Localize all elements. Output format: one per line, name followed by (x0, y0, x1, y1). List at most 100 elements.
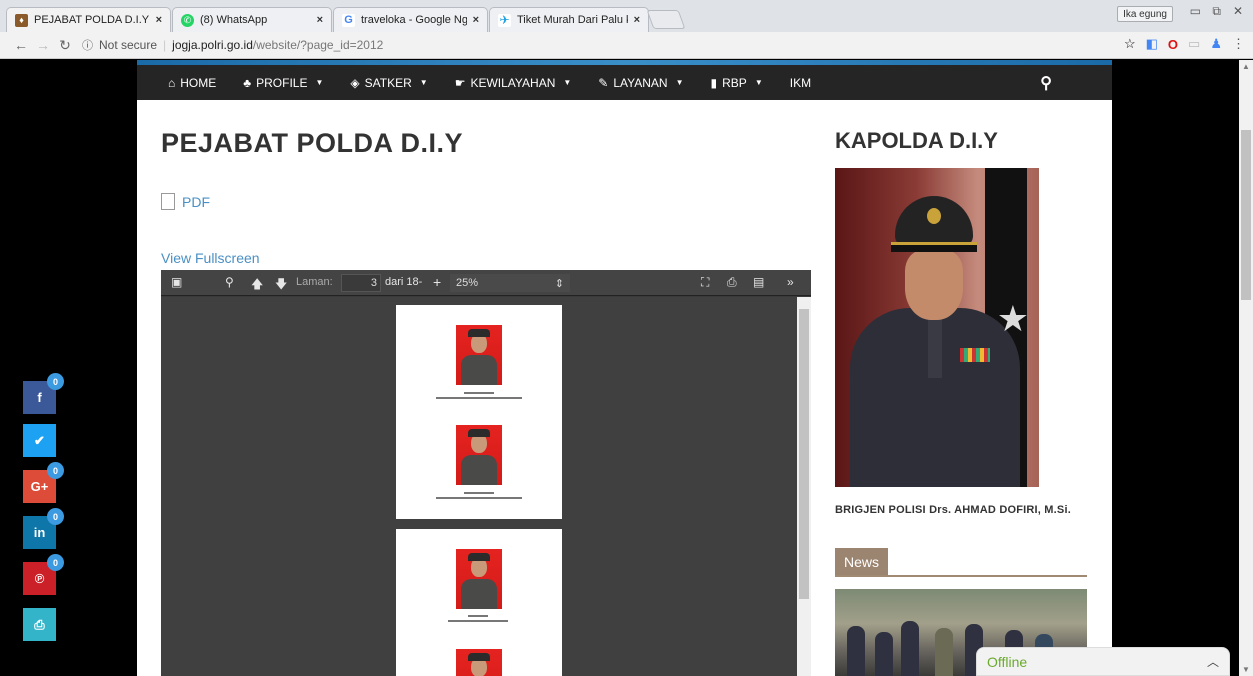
tab-close-icon[interactable]: × (634, 14, 640, 26)
photo-caption (464, 392, 494, 394)
minimize-icon[interactable]: ▭ (1190, 4, 1201, 18)
pdf-canvas[interactable] (161, 297, 797, 676)
chat-status: Offline (987, 653, 1028, 670)
home-icon: ⌂ (168, 75, 176, 90)
address-bar[interactable]: ⓘ Not secure | jogja.polri.go.id/website… (82, 37, 383, 53)
whatsapp-favicon-icon: ✆ (181, 13, 194, 27)
url-path: /website/?page_id=2012 (252, 38, 384, 52)
chat-widget[interactable]: Offline ︿ (976, 647, 1230, 676)
nav-layanan[interactable]: ✎ LAYANAN ▼ (598, 76, 683, 90)
caret-down-icon: ▼ (315, 78, 324, 87)
share-count: 0 (47, 373, 64, 390)
pdf-toolbar: ▣ ⚲ 🡅 🡇 Laman: dari 18- + 25% ⇕ ⛶ ⎙ ▤ » (161, 270, 811, 296)
nav-rbp[interactable]: ▮ RBP ▼ (711, 76, 763, 90)
tab-close-icon[interactable]: × (156, 14, 162, 26)
pdf-scrollbar[interactable] (797, 297, 811, 676)
news-header: News (835, 548, 1087, 577)
security-label: Not secure (99, 38, 158, 52)
next-page-icon[interactable]: 🡇 (275, 275, 287, 296)
share-pinterest-button[interactable]: ℗ 0 (23, 554, 64, 595)
select-arrows-icon: ⇕ (554, 277, 564, 290)
nav-profile[interactable]: ♣ PROFILE ▼ (243, 76, 323, 90)
reload-icon[interactable]: ↻ (54, 37, 76, 54)
nav-kewilayahan[interactable]: ☛ KEWILAYAHAN ▼ (455, 76, 572, 90)
facebook-icon: f (37, 390, 42, 405)
previous-page-icon[interactable]: 🡅 (251, 275, 263, 296)
tab-tiket-murah[interactable]: ✈ Tiket Murah Dari Palu ke × (489, 7, 649, 32)
caret-down-icon: ▼ (563, 78, 572, 87)
tab-whatsapp[interactable]: ✆ (8) WhatsApp × (172, 7, 332, 32)
browser-toolbar: ← → ↻ ⓘ Not secure | jogja.polri.go.id/w… (0, 32, 1253, 59)
print-icon[interactable]: ⎙ (727, 275, 737, 290)
officer-photo (456, 649, 502, 676)
nav-ikm[interactable]: IKM (790, 76, 811, 90)
tab-close-icon[interactable]: × (317, 14, 323, 26)
separator: | (163, 38, 167, 52)
star-emblem-icon: ★ (996, 298, 1029, 339)
restore-icon[interactable]: ⧉ (1212, 4, 1221, 19)
share-facebook-button[interactable]: f0 (23, 373, 64, 414)
officer-photo (456, 325, 502, 385)
traveloka-favicon-icon: ✈ (498, 13, 511, 27)
officer-photo (456, 425, 502, 485)
kapolda-portrait: ★ (835, 168, 1039, 487)
sidebar-title: KAPOLDA D.I.Y (835, 128, 998, 153)
page-number-input[interactable] (341, 274, 381, 292)
forward-arrow-icon[interactable]: → (32, 37, 54, 53)
polri-favicon-icon: ♦ (15, 13, 28, 27)
pdf-link-label: PDF (182, 193, 210, 210)
nav-label: IKM (789, 75, 812, 90)
scroll-down-icon[interactable]: ▼ (1242, 665, 1250, 674)
google-favicon-icon: G (342, 13, 355, 27)
extension-blank-icon[interactable]: ▭ (1188, 36, 1200, 52)
share-count: 0 (47, 508, 64, 525)
view-fullscreen-link[interactable]: View Fullscreen (161, 250, 260, 266)
tools-menu-icon[interactable]: » (787, 275, 794, 289)
scroll-up-icon[interactable]: ▲ (1242, 62, 1250, 71)
page-scrollbar[interactable]: ▲ ▼ (1239, 60, 1253, 676)
extension-opera-icon[interactable]: O (1168, 37, 1178, 52)
chevron-up-icon[interactable]: ︿ (1207, 653, 1219, 670)
search-icon[interactable]: ⚲ (1040, 73, 1052, 93)
nav-satker[interactable]: ◈ SATKER ▼ (350, 76, 427, 90)
page-title: PEJABAT POLDA D.I.Y (161, 128, 464, 158)
back-arrow-icon[interactable]: ← (10, 37, 32, 53)
bookmark-star-icon[interactable]: ☆ (1124, 36, 1136, 52)
toolbar-actions: ☆ ◧ O ▭ ♟ ⋮ (1124, 36, 1245, 52)
photo-caption (468, 615, 488, 617)
nav-label: PROFILE (256, 75, 308, 90)
profile-badge[interactable]: Ika egung (1117, 6, 1173, 22)
zoom-select[interactable]: 25% ⇕ (450, 274, 570, 292)
share-twitter-button[interactable]: ✔ (23, 424, 56, 457)
photo-caption (464, 492, 494, 494)
pdf-download-link[interactable]: PDF (161, 193, 210, 210)
find-icon[interactable]: ⚲ (225, 275, 234, 289)
web-page: ⌂ HOME ♣ PROFILE ▼ ◈ SATKER ▼ ☛ KEWILAYAHAN ▼ ✎… (0, 60, 1239, 676)
scrollbar-thumb[interactable] (1241, 130, 1251, 300)
tab-strip: ♦ PEJABAT POLDA D.I.Y – P × ✆ (8) WhatsA… (0, 0, 1253, 32)
info-icon[interactable]: ⓘ (82, 37, 93, 53)
tab-traveloka-google[interactable]: G traveloka - Google Nggo × (333, 7, 488, 32)
extension-translate-icon[interactable]: ◧ (1146, 36, 1158, 52)
extension-profile-icon[interactable]: ♟ (1210, 36, 1222, 52)
scrollbar-thumb[interactable] (799, 309, 809, 599)
nav-label: RBP (722, 75, 747, 90)
tab-close-icon[interactable]: × (473, 14, 479, 26)
tab-pejabat-polda[interactable]: ♦ PEJABAT POLDA D.I.Y – P × (6, 7, 171, 32)
nav-home[interactable]: ⌂ HOME (168, 76, 216, 90)
close-window-icon[interactable]: ✕ (1233, 4, 1243, 18)
shield-icon: ◈ (350, 75, 360, 90)
print-button[interactable]: ⎙ (23, 608, 56, 641)
photo-caption (436, 497, 522, 499)
pdf-page (396, 529, 562, 676)
presentation-mode-icon[interactable]: ⛶ (701, 275, 709, 290)
download-icon[interactable]: ▤ (753, 275, 764, 289)
caret-down-icon: ▼ (675, 78, 684, 87)
chrome-menu-icon[interactable]: ⋮ (1232, 36, 1245, 52)
share-linkedin-button[interactable]: in 0 (23, 508, 64, 549)
share-google-plus-button[interactable]: G+ 0 (23, 462, 64, 503)
pdf-viewer: ▣ ⚲ 🡅 🡇 Laman: dari 18- + 25% ⇕ ⛶ ⎙ ▤ » (161, 270, 811, 676)
sidebar-toggle-icon[interactable]: ▣ (171, 275, 182, 289)
new-tab-button[interactable] (646, 10, 686, 29)
zoom-in-icon[interactable]: + (433, 274, 441, 290)
